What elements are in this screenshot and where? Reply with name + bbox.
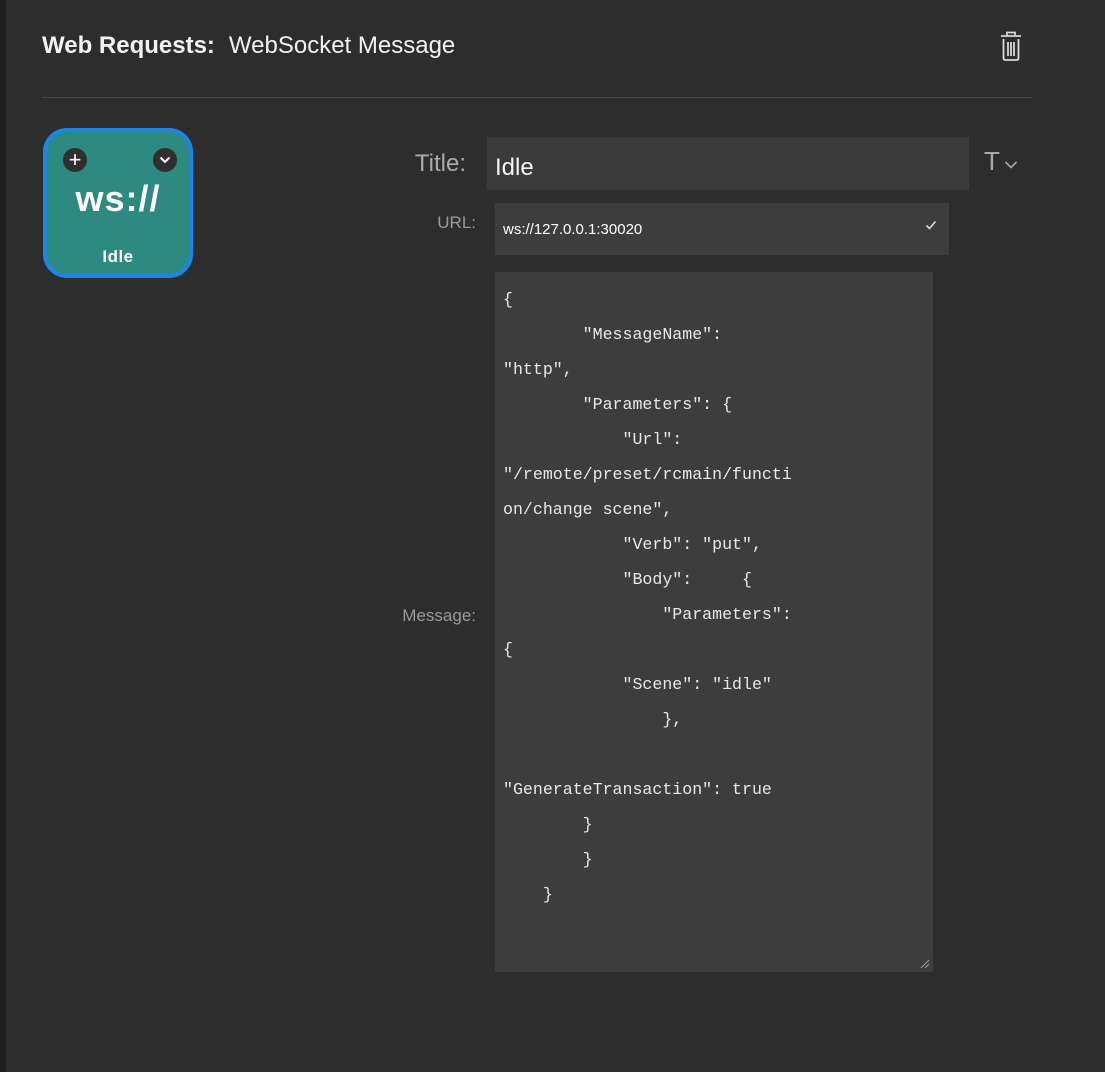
trash-icon[interactable] xyxy=(999,30,1023,62)
property-inspector: Web Requests: WebSocket Message + ws:// … xyxy=(6,0,1105,1072)
plus-icon[interactable]: + xyxy=(63,148,87,172)
key-glyph: ws:// xyxy=(75,178,161,219)
resize-grip-icon[interactable] xyxy=(918,956,930,969)
action-header: Web Requests: WebSocket Message xyxy=(42,28,455,64)
key-title: Idle xyxy=(102,247,134,266)
url-input[interactable] xyxy=(495,203,949,255)
key-icon-tile[interactable]: + ws:// Idle xyxy=(43,128,193,278)
header-divider xyxy=(42,97,1032,98)
url-label: URL: xyxy=(437,213,476,232)
action-category: Web Requests: xyxy=(42,32,215,59)
title-input[interactable] xyxy=(487,137,969,190)
title-label: Title: xyxy=(414,150,466,177)
text-style-menu[interactable]: T xyxy=(984,146,1018,177)
message-textarea[interactable] xyxy=(495,272,933,972)
chevron-down-icon[interactable] xyxy=(153,148,177,172)
checkmark-icon[interactable] xyxy=(924,218,944,238)
text-style-icon: T xyxy=(984,146,1000,176)
action-name: WebSocket Message xyxy=(228,32,456,59)
message-label: Message: xyxy=(402,606,476,625)
chevron-down-icon xyxy=(1004,146,1018,177)
